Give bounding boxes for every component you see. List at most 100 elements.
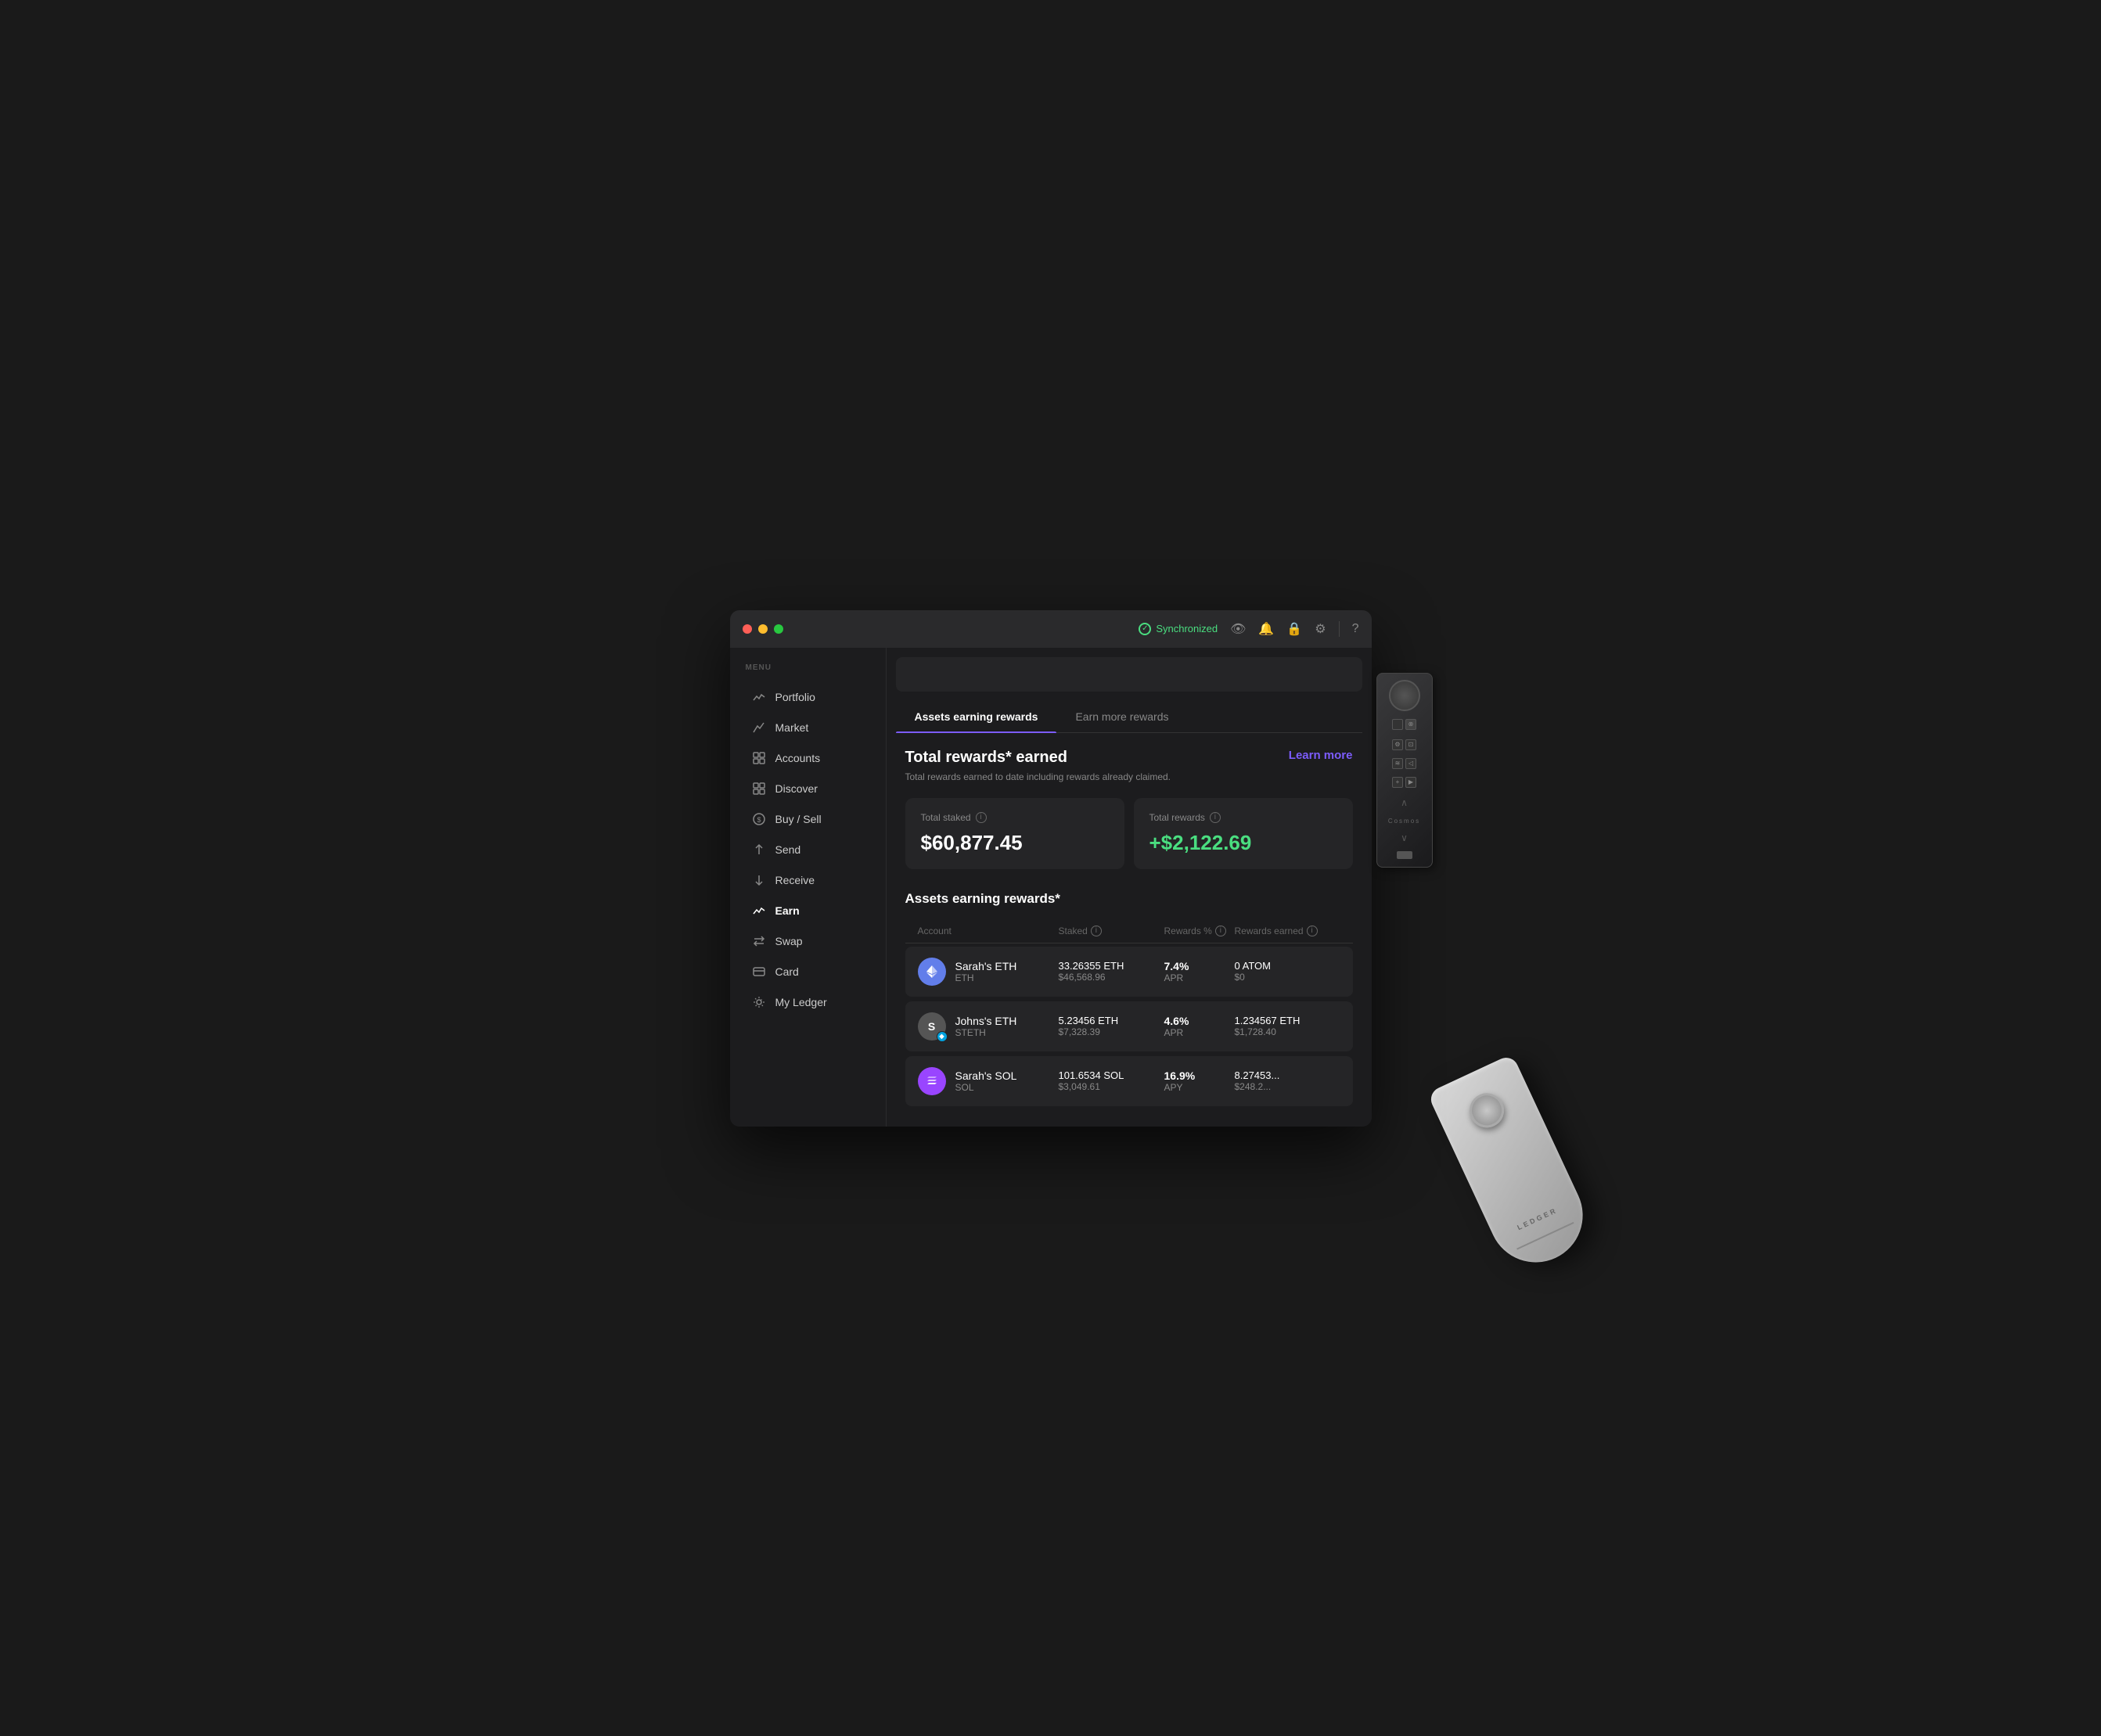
titlebar: ✓ Synchronized 👁 🔔 🔒 ⚙ ? xyxy=(730,610,1372,648)
divider xyxy=(1339,621,1340,637)
rewards-pct-sol: 16.9% APY xyxy=(1164,1069,1235,1093)
sidebar-item-label: Send xyxy=(775,843,801,856)
hw-body: LEDGER xyxy=(1426,1053,1598,1277)
device-btn-6: ◁ xyxy=(1405,758,1416,769)
total-staked-value: $60,877.45 xyxy=(921,831,1109,855)
content-area: Assets earning rewards Earn more rewards… xyxy=(887,648,1372,1127)
device-btn-5: ≋ xyxy=(1392,758,1403,769)
steth-badge: ◆ xyxy=(937,1031,948,1042)
earned-sol: 8.27453... $248.2... xyxy=(1235,1069,1340,1092)
total-rewards-label: Total rewards i xyxy=(1149,812,1337,823)
earn-icon xyxy=(752,904,766,918)
rewards-subtitle: Total rewards earned to date including r… xyxy=(905,771,1171,782)
staked-col-info[interactable]: i xyxy=(1091,926,1102,936)
stats-row: Total staked i $60,877.45 Total rewards … xyxy=(905,798,1353,869)
tab-bar: Assets earning rewards Earn more rewards xyxy=(896,701,1362,733)
tab-assets-earning[interactable]: Assets earning rewards xyxy=(896,701,1057,732)
titlebar-actions: ✓ Synchronized 👁 🔔 🔒 ⚙ ? xyxy=(1139,621,1358,637)
sidebar: MENU Portfolio Market xyxy=(730,648,887,1127)
sidebar-item-accounts[interactable]: Accounts xyxy=(736,743,880,773)
help-icon[interactable]: ? xyxy=(1352,622,1359,636)
content-body: Total rewards* earned Total rewards earn… xyxy=(887,733,1372,1127)
staked-info-icon[interactable]: i xyxy=(976,812,987,823)
maximize-button[interactable] xyxy=(774,624,783,634)
minimize-button[interactable] xyxy=(758,624,768,634)
steth-icon: S ◆ xyxy=(918,1012,946,1041)
discover-icon xyxy=(752,782,766,796)
table-row[interactable]: S ◆ Johns's ETH STETH 5.23456 ETH xyxy=(905,1001,1353,1051)
device-row-2: ⚙ ⊡ xyxy=(1390,738,1418,752)
device-btn-1 xyxy=(1392,719,1403,730)
asset-info-steth: Johns's ETH STETH xyxy=(955,1015,1017,1038)
rewards-title-group: Total rewards* earned Total rewards earn… xyxy=(905,749,1171,782)
settings-icon[interactable]: ⚙ xyxy=(1315,621,1326,637)
table-row[interactable]: Sarah's SOL SOL 101.6534 SOL $3,049.61 1… xyxy=(905,1056,1353,1106)
buysell-icon: $ xyxy=(752,812,766,826)
staked-eth: 33.26355 ETH $46,568.96 xyxy=(1059,960,1164,983)
device-btn-4: ⊡ xyxy=(1405,739,1416,750)
lock-icon[interactable]: 🔒 xyxy=(1286,621,1302,637)
asset-cell-eth: Sarah's ETH ETH xyxy=(918,958,1059,986)
traffic-lights xyxy=(743,624,783,634)
asset-cell-sol: Sarah's SOL SOL xyxy=(918,1067,1059,1095)
asset-name-sol: Sarah's SOL xyxy=(955,1069,1017,1082)
device-btn-8: ▶ xyxy=(1405,777,1416,788)
sidebar-item-label: Card xyxy=(775,965,799,978)
bell-icon[interactable]: 🔔 xyxy=(1258,621,1274,637)
market-icon xyxy=(752,721,766,735)
sidebar-item-myledger[interactable]: My Ledger xyxy=(736,987,880,1017)
device-controls: ⊗ xyxy=(1389,716,1419,733)
sidebar-item-discover[interactable]: Discover xyxy=(736,774,880,803)
close-button[interactable] xyxy=(743,624,752,634)
sidebar-item-market[interactable]: Market xyxy=(736,713,880,742)
sidebar-item-label: Receive xyxy=(775,874,815,886)
pct-col-info[interactable]: i xyxy=(1215,926,1226,936)
staked-sol: 101.6534 SOL $3,049.61 xyxy=(1059,1069,1164,1092)
sidebar-item-label: Swap xyxy=(775,935,803,947)
sol-icon xyxy=(918,1067,946,1095)
asset-ticker-eth: ETH xyxy=(955,972,1017,983)
asset-ticker-sol: SOL xyxy=(955,1082,1017,1093)
asset-icon-wrapper-eth xyxy=(918,958,946,986)
sidebar-item-card[interactable]: Card xyxy=(736,957,880,987)
table-header: Account Staked i Rewards % i Rewards ear… xyxy=(905,919,1353,943)
device-circle xyxy=(1389,680,1420,711)
sidebar-item-buysell[interactable]: $ Buy / Sell xyxy=(736,804,880,834)
sync-label: Synchronized xyxy=(1156,623,1218,634)
asset-icon-wrapper-steth: S ◆ xyxy=(918,1012,946,1041)
hw-ledger-text: LEDGER xyxy=(1516,1206,1559,1231)
tab-earn-more[interactable]: Earn more rewards xyxy=(1056,701,1187,732)
sync-status: ✓ Synchronized xyxy=(1139,623,1218,635)
table-row[interactable]: Sarah's ETH ETH 33.26355 ETH $46,568.96 … xyxy=(905,947,1353,997)
eye-icon[interactable]: 👁 xyxy=(1230,621,1246,637)
sidebar-item-earn[interactable]: Earn xyxy=(736,896,880,926)
rewards-header: Total rewards* earned Total rewards earn… xyxy=(905,749,1353,782)
swap-icon xyxy=(752,934,766,948)
sidebar-item-send[interactable]: Send xyxy=(736,835,880,864)
eth-icon xyxy=(918,958,946,986)
device-chevron-down: ∨ xyxy=(1399,831,1409,845)
device-row-4: + ▶ xyxy=(1390,775,1418,789)
main-window: ✓ Synchronized 👁 🔔 🔒 ⚙ ? MENU xyxy=(730,610,1372,1127)
rewards-pct-eth: 7.4% APR xyxy=(1164,960,1235,983)
header-staked: Staked i xyxy=(1059,926,1164,936)
side-device-panel: ⊗ ⚙ ⊡ ≋ ◁ + xyxy=(1376,673,1433,868)
earned-col-info[interactable]: i xyxy=(1307,926,1318,936)
sidebar-item-portfolio[interactable]: Portfolio xyxy=(736,682,880,712)
sidebar-item-swap[interactable]: Swap xyxy=(736,926,880,956)
device-btn-7: + xyxy=(1392,777,1403,788)
learn-more-button[interactable]: Learn more xyxy=(1289,749,1353,762)
asset-ticker-steth: STETH xyxy=(955,1027,1017,1038)
hw-button xyxy=(1463,1087,1509,1133)
hardware-device: LEDGER xyxy=(1426,1053,1598,1277)
rewards-info-icon[interactable]: i xyxy=(1210,812,1221,823)
total-rewards-value: +$2,122.69 xyxy=(1149,831,1337,855)
sidebar-item-label: Accounts xyxy=(775,752,821,764)
assets-section-title: Assets earning rewards* xyxy=(905,891,1353,907)
asset-info-sol: Sarah's SOL SOL xyxy=(955,1069,1017,1093)
total-staked-label: Total staked i xyxy=(921,812,1109,823)
myledger-icon xyxy=(752,995,766,1009)
top-banner xyxy=(896,657,1362,692)
asset-icon-wrapper-sol xyxy=(918,1067,946,1095)
sidebar-item-receive[interactable]: Receive xyxy=(736,865,880,895)
